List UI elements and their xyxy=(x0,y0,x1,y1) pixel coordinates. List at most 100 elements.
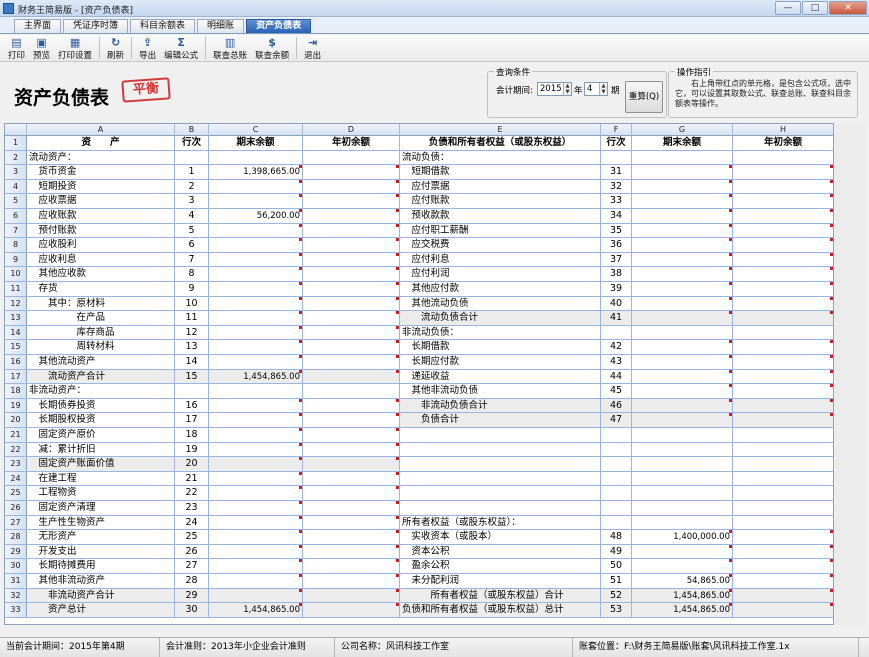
grid-cell[interactable]: 52 xyxy=(601,588,632,603)
grid-cell[interactable]: 行次 xyxy=(175,136,209,150)
grid-cell[interactable] xyxy=(733,530,833,544)
grid-cell[interactable] xyxy=(209,515,303,530)
grid-cell[interactable]: 负债合计 xyxy=(400,413,601,427)
grid-cell[interactable]: 26 xyxy=(175,544,209,559)
grid-cell[interactable] xyxy=(303,150,400,165)
grid-cell[interactable] xyxy=(303,428,400,442)
grid-cell[interactable] xyxy=(400,428,601,442)
grid-cell[interactable] xyxy=(733,355,833,369)
grid-cell[interactable]: 流动负债： xyxy=(400,150,601,165)
grid-cell[interactable] xyxy=(733,151,833,165)
grid-cell[interactable] xyxy=(632,252,733,267)
grid-cell[interactable]: 45 xyxy=(601,384,632,398)
grid-cell[interactable] xyxy=(601,428,632,442)
grid-cell[interactable]: 4 xyxy=(175,209,209,223)
grid-cell[interactable]: 应付职工薪酬 xyxy=(400,223,601,238)
grid-cell[interactable]: 递延收益 xyxy=(400,369,601,384)
grid-cell[interactable] xyxy=(632,165,733,179)
grid-cell[interactable]: 资 产 xyxy=(27,136,175,150)
grid-cell[interactable] xyxy=(303,501,400,515)
grid-cell[interactable] xyxy=(733,267,833,281)
grid-cell[interactable] xyxy=(303,486,400,500)
grid-cell[interactable]: 25 xyxy=(175,530,209,544)
grid-cell[interactable] xyxy=(303,165,400,179)
grid-cell[interactable]: 5 xyxy=(175,223,209,238)
grid-cell[interactable]: 1,398,665.00 xyxy=(209,165,303,179)
grid-cell[interactable] xyxy=(632,398,733,413)
grid-cell[interactable]: 其他非流动资产 xyxy=(27,574,175,588)
grid-cell[interactable]: 实收资本（或股本） xyxy=(400,530,601,544)
grid-cell[interactable] xyxy=(209,340,303,354)
grid-cell[interactable]: 负债和所有者权益（或股东权益） xyxy=(400,136,601,150)
grid-cell[interactable]: 所有者权益（或股东权益）合计 xyxy=(400,588,601,603)
grid-cell[interactable]: 非流动负债： xyxy=(400,325,601,340)
grid-cell[interactable]: 7 xyxy=(175,252,209,267)
grid-cell[interactable]: 短期借款 xyxy=(400,165,601,179)
grid-cell[interactable]: 50 xyxy=(601,559,632,573)
grid-cell[interactable]: 17 xyxy=(175,413,209,427)
grid-cell[interactable] xyxy=(209,252,303,267)
grid-cell[interactable] xyxy=(209,282,303,296)
tab-3[interactable]: 明细账 xyxy=(197,19,245,33)
grid-cell[interactable]: 货币资金 xyxy=(27,165,175,179)
grid-cell[interactable] xyxy=(209,238,303,252)
grid-cell[interactable] xyxy=(303,340,400,354)
grid-cell[interactable]: 负债和所有者权益（或股东权益）总计 xyxy=(400,603,601,617)
column-header-D[interactable]: D xyxy=(303,124,400,136)
grid-cell[interactable] xyxy=(733,179,833,194)
grid-cell[interactable]: 应收票据 xyxy=(27,194,175,208)
grid-cell[interactable] xyxy=(733,603,833,617)
export-button[interactable]: ⇪ 导出 xyxy=(135,35,160,62)
grid-cell[interactable]: 其他流动资产 xyxy=(27,355,175,369)
column-header-B[interactable]: B xyxy=(175,124,209,136)
grid-cell[interactable] xyxy=(733,413,833,427)
grid-cell[interactable] xyxy=(632,311,733,325)
grid-cell[interactable] xyxy=(733,311,833,325)
grid-cell[interactable]: 在建工程 xyxy=(27,471,175,486)
grid-cell[interactable]: 29 xyxy=(175,588,209,603)
grid-cell[interactable]: 21 xyxy=(175,471,209,486)
preview-button[interactable]: ▣ 预览 xyxy=(29,35,54,62)
grid-cell[interactable]: 54,865.00 xyxy=(632,574,733,588)
grid-cell[interactable]: 生产性生物资产 xyxy=(27,515,175,530)
grid-cell[interactable] xyxy=(303,311,400,325)
grid-cell[interactable] xyxy=(733,588,833,603)
grid-cell[interactable]: 非流动资产： xyxy=(27,384,175,398)
grid-cell[interactable] xyxy=(632,384,733,398)
grid-cell[interactable] xyxy=(209,457,303,471)
grid-cell[interactable]: 35 xyxy=(601,223,632,238)
grid-cell[interactable] xyxy=(733,398,833,413)
grid-cell[interactable] xyxy=(601,515,632,530)
grid-cell[interactable]: 其他应收款 xyxy=(27,267,175,281)
grid-cell[interactable]: 13 xyxy=(175,340,209,354)
grid-cell[interactable]: 40 xyxy=(601,296,632,311)
grid-cell[interactable] xyxy=(209,325,303,340)
grid-cell[interactable]: 38 xyxy=(601,267,632,281)
grid-cell[interactable] xyxy=(632,296,733,311)
grid-cell[interactable] xyxy=(632,223,733,238)
grid-cell[interactable] xyxy=(303,588,400,603)
grid-cell[interactable] xyxy=(400,442,601,457)
grid-cell[interactable] xyxy=(733,252,833,267)
grid-cell[interactable]: 其他非流动负债 xyxy=(400,384,601,398)
grid-cell[interactable]: 33 xyxy=(601,194,632,208)
grid-cell[interactable] xyxy=(601,486,632,500)
grid-cell[interactable]: 存货 xyxy=(27,282,175,296)
grid-cell[interactable]: 应收利息 xyxy=(27,252,175,267)
grid-cell[interactable]: 23 xyxy=(175,501,209,515)
grid-cell[interactable]: 其他流动负债 xyxy=(400,296,601,311)
grid-cell[interactable] xyxy=(632,413,733,427)
grid-cell[interactable]: 期末余额 xyxy=(632,136,733,150)
column-header-H[interactable]: H xyxy=(733,124,833,136)
grid-cell[interactable] xyxy=(209,559,303,573)
grid-cell[interactable]: 1,454,865.00 xyxy=(632,588,733,603)
grid-cell[interactable]: 1,454,865.00 xyxy=(632,603,733,617)
grid-cell[interactable]: 资本公积 xyxy=(400,544,601,559)
grid-cell[interactable]: 6 xyxy=(175,238,209,252)
grid-cell[interactable] xyxy=(303,194,400,208)
grid-cell[interactable]: 16 xyxy=(175,398,209,413)
grid-cell[interactable]: 固定资产原价 xyxy=(27,428,175,442)
grid-cell[interactable]: 在产品 xyxy=(27,311,175,325)
grid-cell[interactable] xyxy=(209,311,303,325)
grid-cell[interactable] xyxy=(632,428,733,442)
